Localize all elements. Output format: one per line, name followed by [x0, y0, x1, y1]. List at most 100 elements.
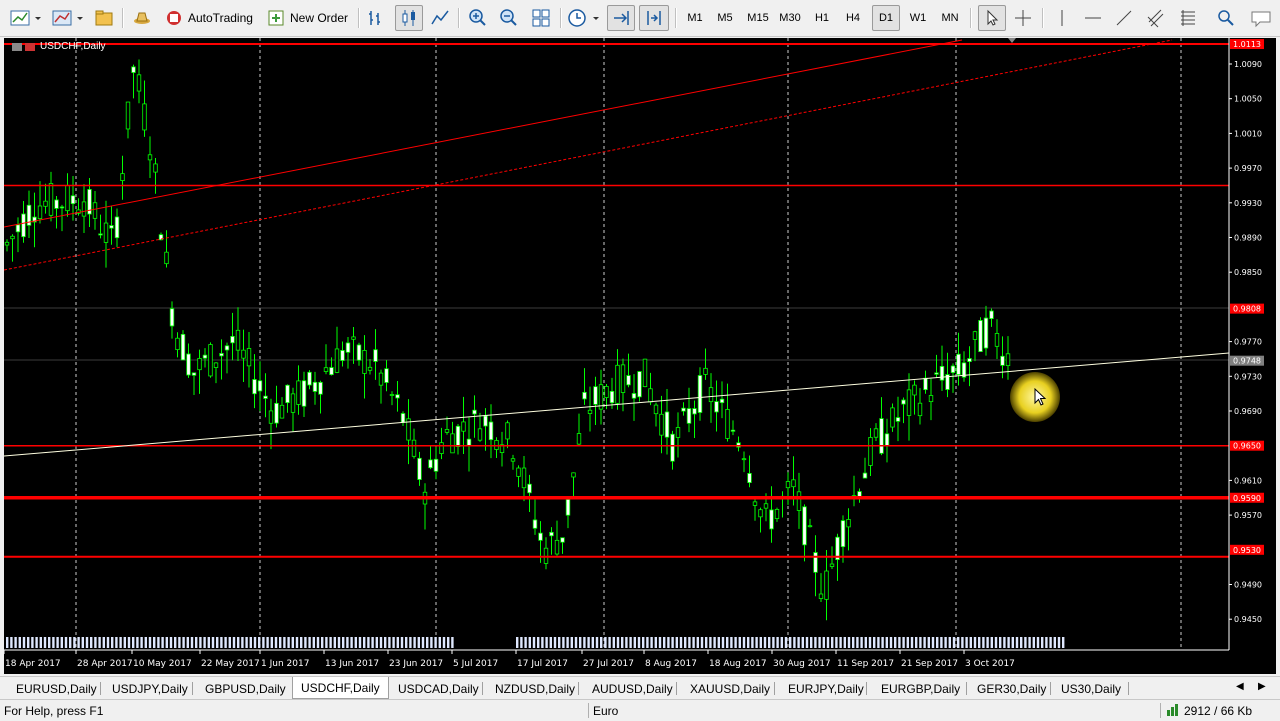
tab-ger30[interactable]: GER30,Daily — [969, 679, 1054, 698]
trendline-button[interactable] — [1112, 5, 1136, 31]
timescale-strip-tick — [772, 637, 775, 648]
tab-usdjpy[interactable]: USDJPY,Daily — [104, 679, 196, 698]
price-chart[interactable]: 1.0113 1.0090 1.0050 1.0010 0.9970 0.9930 0.98… — [4, 38, 1276, 674]
timescale-strip-tick — [814, 637, 817, 648]
tab-xauusd[interactable]: XAUUSD,Daily — [682, 679, 778, 698]
timescale-strip-tick — [994, 637, 998, 648]
timescale-strip-tick — [873, 637, 876, 648]
timescale-strip-tick — [570, 637, 573, 648]
auto-scroll-button[interactable] — [639, 5, 669, 31]
timescale-strip-tick — [793, 637, 796, 648]
timescale-strip-tick — [717, 637, 720, 648]
candle-body — [796, 491, 802, 511]
timescale-strip-tick — [325, 637, 328, 648]
equidistant-channel-button[interactable] — [1144, 5, 1168, 31]
tf-d1-button[interactable]: D1 — [872, 5, 900, 31]
candle-body — [978, 320, 983, 352]
profiles-button[interactable] — [50, 5, 86, 31]
candle-body — [351, 336, 356, 340]
horizontal-line-button[interactable] — [1081, 5, 1105, 31]
timescale-strip-tick — [295, 637, 299, 648]
new-order-button[interactable]: New Order — [262, 5, 352, 31]
tf-m15-button[interactable]: M15 — [744, 5, 772, 31]
timescale-strip-tick — [312, 637, 315, 648]
timescale-strip-tick — [1020, 637, 1023, 648]
timescale-strip-tick — [1015, 637, 1019, 648]
tf-m30-button[interactable]: M30 — [776, 5, 804, 31]
candle-body — [994, 333, 1000, 347]
market-watch-button[interactable] — [92, 5, 116, 31]
timescale-strip-tick — [986, 637, 989, 648]
candle-body — [862, 472, 868, 479]
timescale-strip-tick — [270, 637, 273, 648]
tf-m1-button[interactable]: M1 — [684, 5, 706, 31]
timescale-strip-tick — [566, 637, 569, 648]
candle-body — [791, 479, 796, 488]
candle-body — [829, 563, 835, 567]
tab-usdcad[interactable]: USDCAD,Daily — [390, 679, 487, 698]
chart-menu-icon[interactable] — [12, 42, 36, 52]
main-toolbar: AutoTrading New Order M1 M5 M15 M30 H1 H… — [0, 0, 1280, 37]
search-button[interactable] — [1214, 5, 1238, 31]
timescale-strip-tick — [1003, 637, 1006, 648]
tabs-scroll-right-icon[interactable]: ▶ — [1258, 681, 1266, 692]
tab-audusd[interactable]: AUDUSD,Daily — [584, 679, 681, 698]
zoom-out-button[interactable] — [497, 5, 521, 31]
timescale-strip-tick — [818, 637, 821, 648]
candle-body — [956, 353, 961, 375]
timescale-strip-tick — [56, 637, 59, 648]
candle-body — [70, 195, 76, 205]
tf-w1-button[interactable]: W1 — [906, 5, 930, 31]
tf-m5-button[interactable]: M5 — [714, 5, 736, 31]
candle-body — [450, 433, 455, 454]
status-bar: For Help, press F1 Euro 2912 / 66 Kb — [0, 699, 1280, 721]
cursor-button[interactable] — [978, 5, 1006, 31]
timescale-strip-tick — [333, 637, 336, 648]
price-label: 1.0090 — [1234, 60, 1262, 69]
zoom-in-button[interactable] — [466, 5, 490, 31]
tf-mn-button[interactable]: MN — [937, 5, 963, 31]
timescale-strip-tick — [52, 637, 55, 648]
chart-window[interactable]: 1.0113 1.0090 1.0050 1.0010 0.9970 0.9930 0.98… — [4, 38, 1276, 674]
periodicity-button[interactable] — [566, 5, 604, 31]
timescale-strip-tick — [738, 637, 741, 648]
candle-body — [912, 384, 917, 396]
timescale-strip-tick — [237, 637, 240, 648]
candle-body — [263, 395, 268, 399]
timescale-strip-tick — [98, 637, 101, 648]
tab-nzdusd[interactable]: NZDUSD,Daily — [487, 679, 583, 698]
candle-body — [4, 241, 10, 246]
timescale-strip-tick — [629, 637, 632, 648]
candle-body — [890, 407, 895, 428]
tf-h4-button[interactable]: H4 — [841, 5, 865, 31]
tab-us30[interactable]: US30,Daily — [1053, 679, 1129, 698]
vertical-line-icon — [1061, 10, 1063, 26]
fibonacci-button[interactable] — [1176, 5, 1200, 31]
expert-advisors-button[interactable] — [130, 5, 154, 31]
chat-button[interactable] — [1248, 5, 1274, 31]
candlestick-button[interactable] — [395, 5, 423, 31]
tile-windows-button[interactable] — [529, 5, 553, 31]
tab-eurusd[interactable]: EURUSD,Daily — [8, 679, 105, 698]
timescale-strip-tick — [14, 637, 17, 648]
candle-body — [59, 206, 65, 209]
tf-h1-button[interactable]: H1 — [810, 5, 834, 31]
candle-body — [681, 407, 686, 412]
crosshair-button[interactable] — [1010, 5, 1036, 31]
bar-chart-button[interactable] — [364, 5, 388, 31]
date-label: 3 Oct 2017 — [965, 659, 1015, 669]
candle-body — [774, 509, 780, 519]
tabs-scroll-left-icon[interactable]: ◀ — [1236, 681, 1244, 692]
candle-body — [175, 337, 180, 351]
tab-usdchf[interactable]: USDCHF,Daily — [292, 677, 389, 699]
tab-eurjpy[interactable]: EURJPY,Daily — [780, 679, 872, 698]
timescale-strip-tick — [579, 637, 582, 648]
price-label: 0.9930 — [1234, 199, 1262, 208]
tab-gbpusd[interactable]: GBPUSD,Daily — [197, 679, 294, 698]
vertical-line-button[interactable] — [1050, 5, 1074, 31]
autotrading-button[interactable]: AutoTrading — [160, 5, 260, 31]
new-chart-button[interactable] — [8, 5, 44, 31]
tab-eurgbp[interactable]: EURGBP,Daily — [873, 679, 968, 698]
chart-shift-button[interactable] — [607, 5, 635, 31]
line-chart-button[interactable] — [428, 5, 452, 31]
